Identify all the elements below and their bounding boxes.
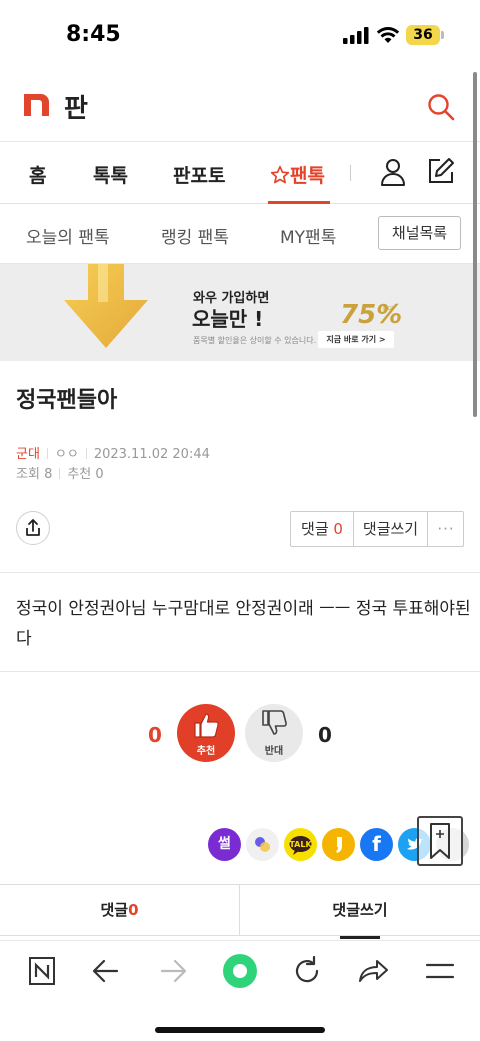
forward-arrow-icon[interactable] [153,953,193,989]
downvote-label: 반대 [264,746,284,757]
ssul-share-icon[interactable]: 썰 [208,828,241,861]
post-datetime: 2023.11.02 20:44 [93,447,210,462]
kakaostory-logo-icon [336,837,342,853]
thumbs-up-icon [194,713,219,738]
post-body: 정국이 안정권아님 누구맘대로 안정권이래 ㅡㅡ 정국 투표해야된다 [16,599,471,649]
subnav-my[interactable]: MY팬톡 [280,223,336,248]
nav-divider [350,165,351,181]
share-arrow-icon[interactable] [353,953,393,989]
comment-bar: 댓글0 댓글쓰기 [0,884,480,936]
nav-toktok[interactable]: 톡톡 [93,161,128,188]
banner-cta-button[interactable]: 지금 바로 가기 > [318,331,394,348]
search-icon[interactable] [426,92,456,122]
star-icon [270,165,290,184]
comment-bar-indicator [340,936,380,939]
channel-list-button[interactable]: 채널목록 [378,216,461,250]
ad-banner[interactable]: 와우 가입하면 오늘만 ! 품목별 할인율은 상이할 수 있습니다. 75% 최… [0,264,480,361]
nate-logo-icon[interactable] [24,94,49,116]
main-nav: 홈 톡톡 판포토 팬톡 [0,142,480,204]
facebook-share-icon[interactable]: f [360,828,393,861]
comment-bar-label: 댓글 [100,901,129,919]
comment-count: 0 [333,520,343,538]
bookmark-icon [430,823,450,859]
views-label: 조회 [16,467,40,482]
post-author: ㅇㅇ [54,447,79,462]
site-header: 판 [0,70,480,142]
write-comment-button[interactable]: 댓글쓰기 [354,512,428,546]
divider [0,572,480,573]
write-icon[interactable] [426,156,456,186]
kakaotalk-share-icon[interactable]: TALK [284,828,317,861]
more-button[interactable]: ··· [428,512,464,546]
nate-home-icon[interactable] [22,953,62,989]
recommend-label: 추천 [67,467,92,482]
kakaostory-share-icon[interactable] [322,828,355,861]
band-logo-icon [255,837,270,852]
status-time: 8:45 [66,22,121,47]
sub-nav: 오늘의 팬톡 랭킹 팬톡 MY팬톡 채널목록 [0,204,480,264]
back-arrow-icon[interactable] [86,953,126,989]
post-title: 정국팬들아 [16,388,118,413]
status-bar: 8:45 36 [0,0,480,70]
post-stats: 조회 8 추천 0 [16,463,104,482]
recommend-count: 0 [95,467,104,482]
downvote-button[interactable]: 반대 [245,704,303,762]
comment-label: 댓글 [301,520,329,538]
share-button[interactable] [16,511,50,545]
banner-percent-sub: 최대 [382,306,394,313]
comment-bar-button[interactable]: 댓글0 [0,885,240,935]
comment-button[interactable]: 댓글 0 [291,512,354,546]
bookmark-button[interactable] [417,816,463,866]
upvote-button[interactable]: 추천 [177,704,235,762]
nav-fantok-label: 팬톡 [290,165,325,187]
share-icon [26,519,40,536]
nav-panphoto[interactable]: 판포토 [173,161,225,188]
site-logo-text[interactable]: 판 [64,88,88,125]
nav-home[interactable]: 홈 [29,161,46,188]
scrollbar[interactable] [473,72,477,417]
battery-level: 36 [406,25,440,45]
banner-line2: 오늘만 ! [192,307,264,331]
post-meta: 군대 ㅇㅇ 2023.11.02 20:44 [16,443,210,462]
nate-circle-icon[interactable] [220,953,260,989]
signal-icon [343,27,369,44]
post-actions: 댓글 0 댓글쓰기 ··· [290,511,464,547]
down-arrow-icon [64,264,148,348]
home-indicator[interactable] [155,1027,325,1033]
views-count: 8 [44,467,53,482]
banner-note: 품목별 할인율은 상이할 수 있습니다. [193,336,317,345]
upvote-count: 0 [148,723,162,747]
wifi-icon [376,27,400,43]
subnav-today[interactable]: 오늘의 팬톡 [26,223,110,248]
menu-icon[interactable] [420,953,460,989]
downvote-count: 0 [318,723,332,747]
kakaotalk-label: TALK [289,840,312,849]
band-share-icon[interactable] [246,828,279,861]
user-icon[interactable] [380,158,406,186]
divider [0,671,480,672]
nav-fantok[interactable]: 팬톡 [270,161,325,188]
refresh-icon[interactable] [287,953,327,989]
browser-toolbar [0,940,480,1041]
battery-cap [441,31,444,39]
post-category[interactable]: 군대 [16,447,40,462]
comment-bar-count: 0 [128,901,139,919]
upvote-label: 추천 [196,746,216,757]
thumbs-down-icon [262,710,287,735]
comment-bar-write-button[interactable]: 댓글쓰기 [240,885,480,935]
subnav-ranking[interactable]: 랭킹 팬톡 [161,223,229,248]
